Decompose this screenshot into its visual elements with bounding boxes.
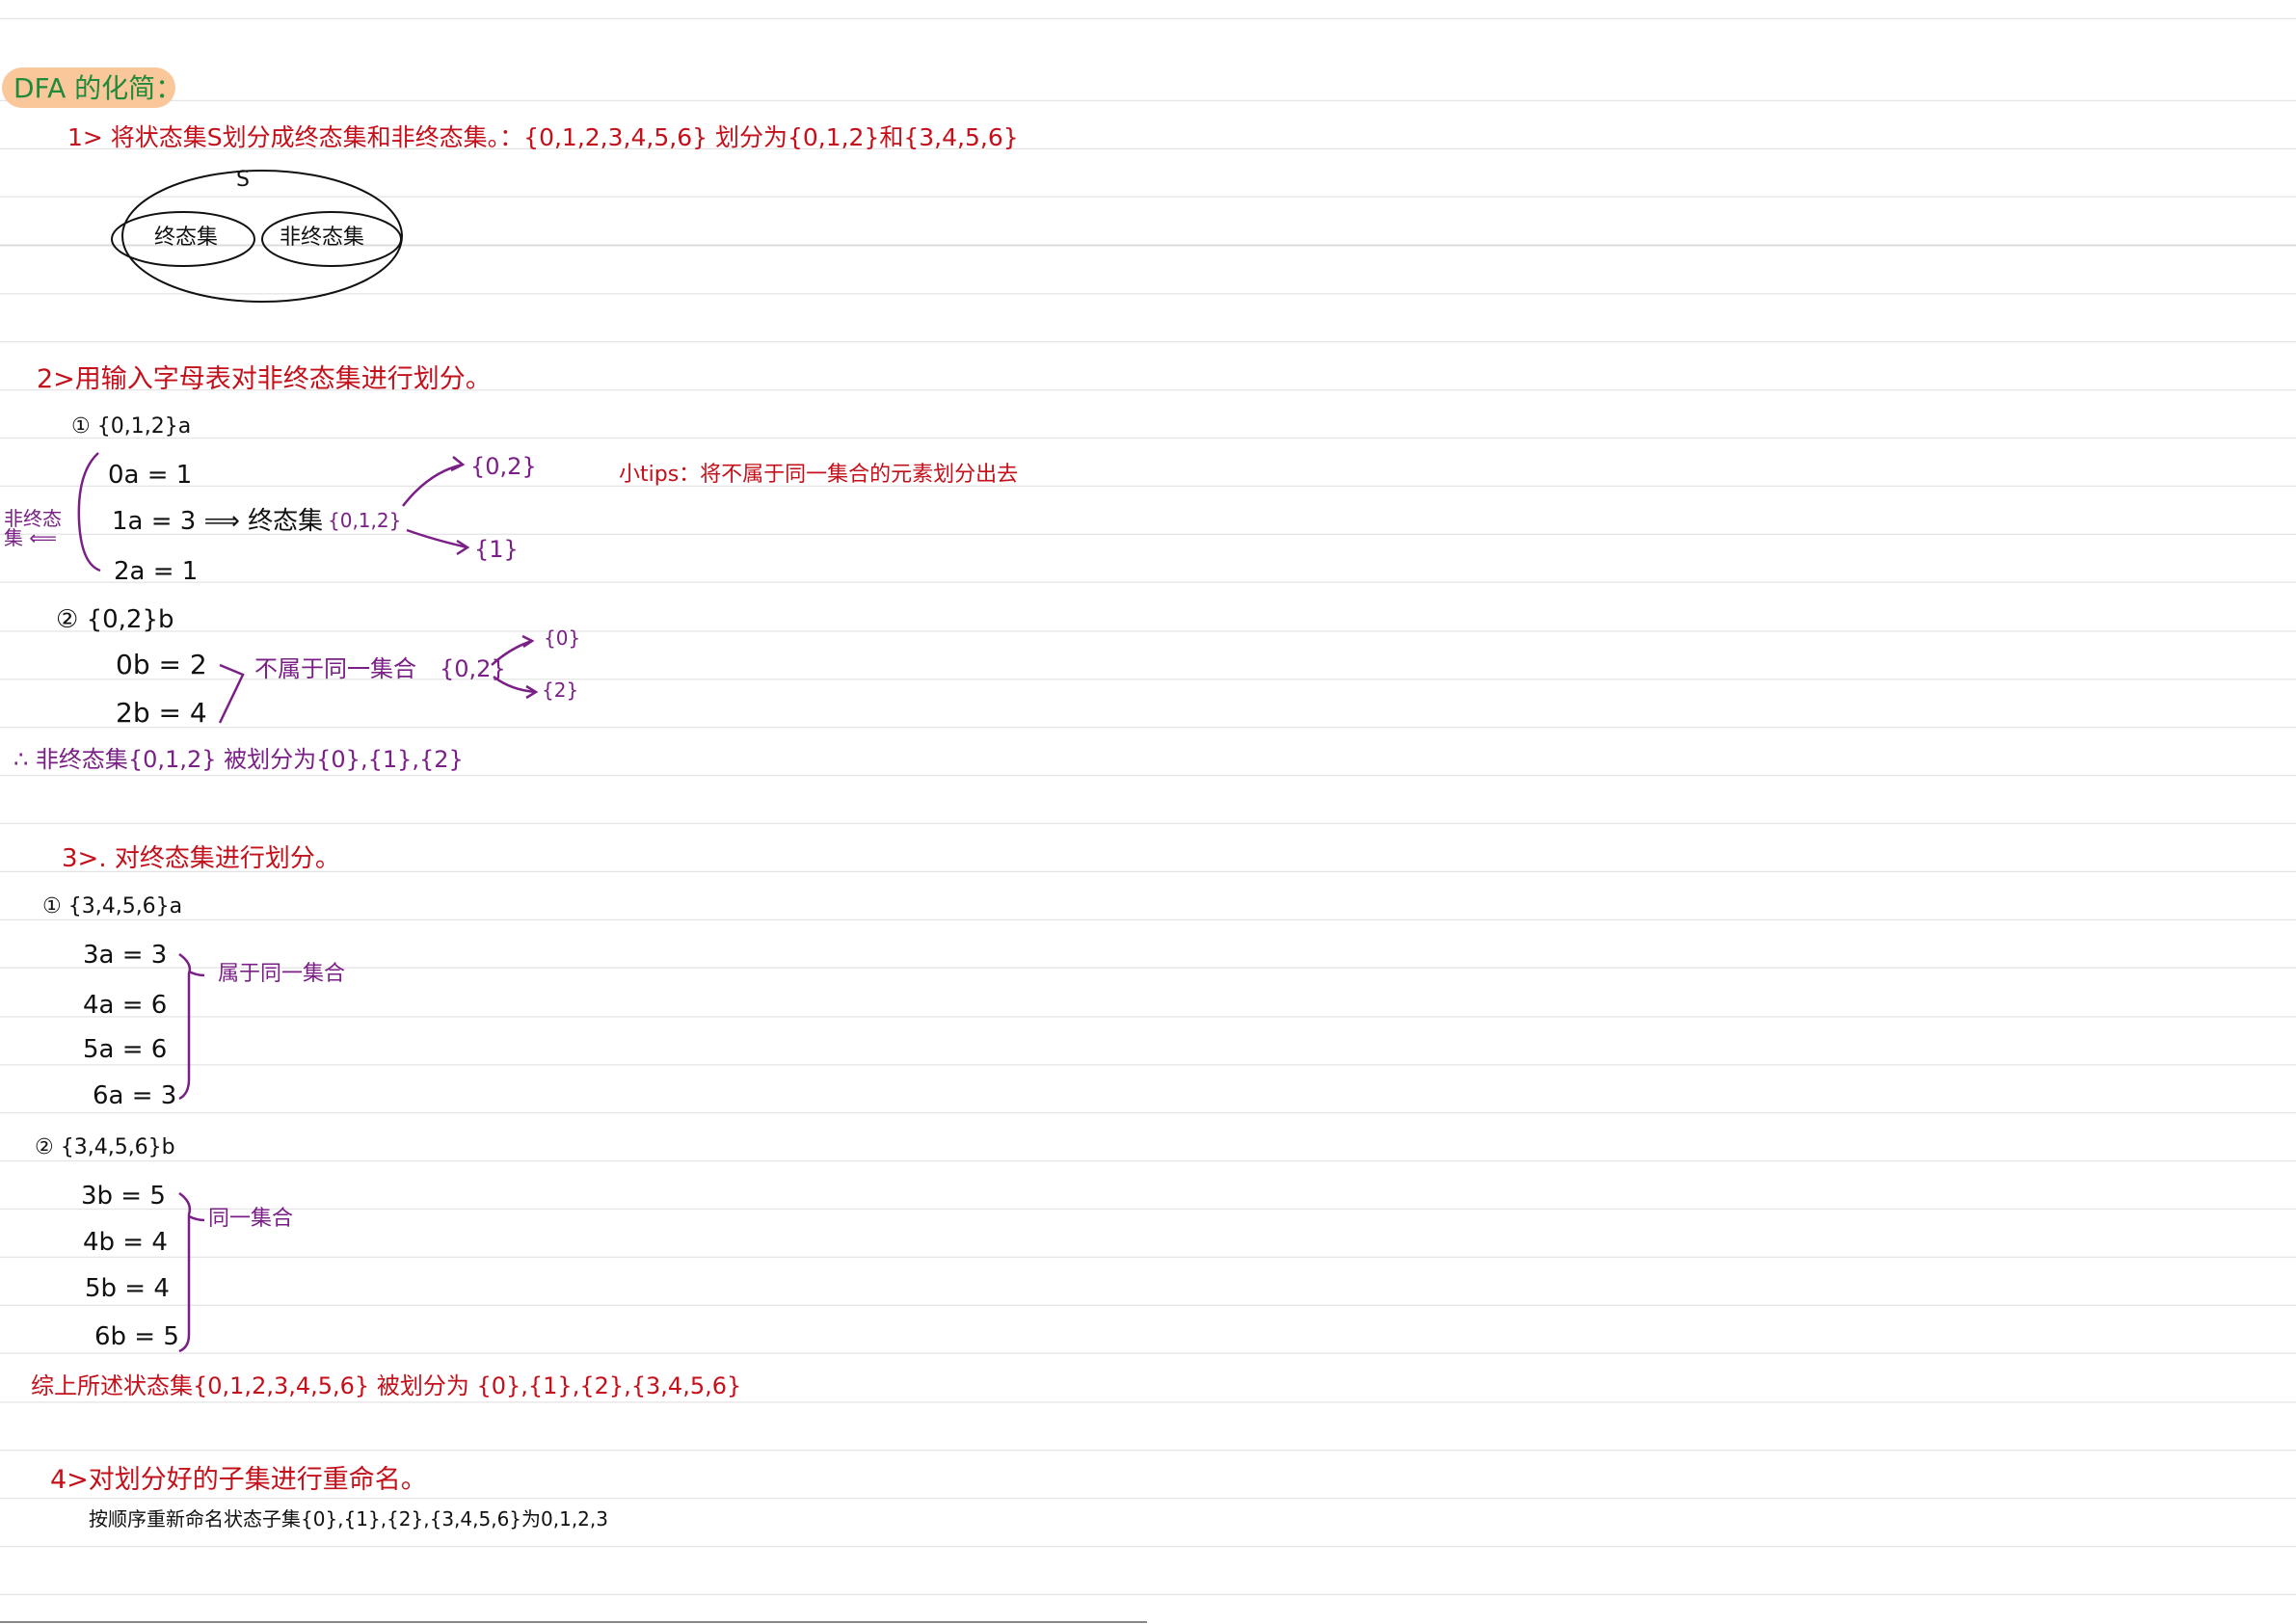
- part2-bracket: [218, 663, 245, 724]
- step2-split-to-1: {1}: [474, 536, 519, 563]
- step4-text: 按顺序重新命名状态子集{0},{1},{2},{3,4,5,6}为0,1,2,3: [89, 1507, 608, 1531]
- nonfinal-set-label: 非终态集: [280, 226, 365, 250]
- step2-part2-split-2: {2}: [542, 679, 579, 702]
- page-bottom-line: [0, 1621, 1147, 1623]
- step3-part1-label: ① {3,4,5,6}a: [42, 894, 183, 918]
- step2-conclusion: ∴ 非终态集{0,1,2} 被划分为{0},{1},{2}: [13, 746, 464, 773]
- split-arrow-down: [406, 528, 468, 549]
- step2-line-0b: 0b = 2: [116, 649, 207, 680]
- step3-line-6a: 6a = 3: [93, 1081, 177, 1110]
- step2-part1-label: ① {0,1,2}a: [71, 414, 192, 439]
- step3-part1-note: 属于同一集合: [218, 962, 346, 986]
- step3-line-4a: 4a = 6: [83, 991, 168, 1020]
- step2-line-2b: 2b = 4: [116, 697, 207, 729]
- set-s-label: S: [236, 168, 250, 192]
- step2-line-1a: 1a = 3 ⟹ 终态集: [112, 507, 324, 536]
- step2-part2-split-from: {0,2}: [440, 655, 506, 682]
- step2-tips: 小tips：将不属于同一集合的元素划分出去: [619, 463, 1019, 487]
- step2-part2-note: 不属于同一集合: [254, 655, 416, 682]
- step4-heading: 4>对划分好的子集进行重命名。: [50, 1465, 427, 1495]
- step2-line-0a: 0a = 1: [108, 461, 193, 490]
- step2-part2-split-0: {0}: [544, 626, 581, 650]
- step3-line-5b: 5b = 4: [85, 1274, 170, 1303]
- step2-split-to-02: {0,2}: [470, 453, 537, 480]
- part1-bracket: [77, 452, 101, 572]
- part2-brace: [178, 1191, 192, 1353]
- step2-heading: 2>用输入字母表对非终态集进行划分。: [37, 364, 492, 394]
- part1-brace: [178, 952, 192, 1101]
- step3-conclusion: 综上所述状态集{0,1,2,3,4,5,6} 被划分为 {0},{1},{2},…: [31, 1372, 742, 1399]
- step2-line-2a: 2a = 1: [114, 557, 199, 586]
- step3-line-3b: 3b = 5: [81, 1182, 166, 1211]
- step2-part2-label: ② {0,2}b: [56, 605, 174, 634]
- step3-line-4b: 4b = 4: [83, 1228, 168, 1257]
- step2-split-from: {0,1,2}: [328, 509, 402, 532]
- step3-part2-label: ② {3,4,5,6}b: [35, 1135, 175, 1159]
- step3-line-5a: 5a = 6: [83, 1035, 168, 1064]
- step3-line-6b: 6b = 5: [94, 1322, 179, 1351]
- step3-heading: 3>. 对终态集进行划分。: [62, 844, 340, 873]
- step3-line-3a: 3a = 3: [83, 941, 168, 970]
- step3-part2-note: 同一集合: [208, 1207, 294, 1231]
- step2-side-label: 非终态集 ⟸: [4, 507, 62, 549]
- split-arrow-up: [402, 463, 464, 507]
- final-set-label: 终态集: [154, 226, 219, 250]
